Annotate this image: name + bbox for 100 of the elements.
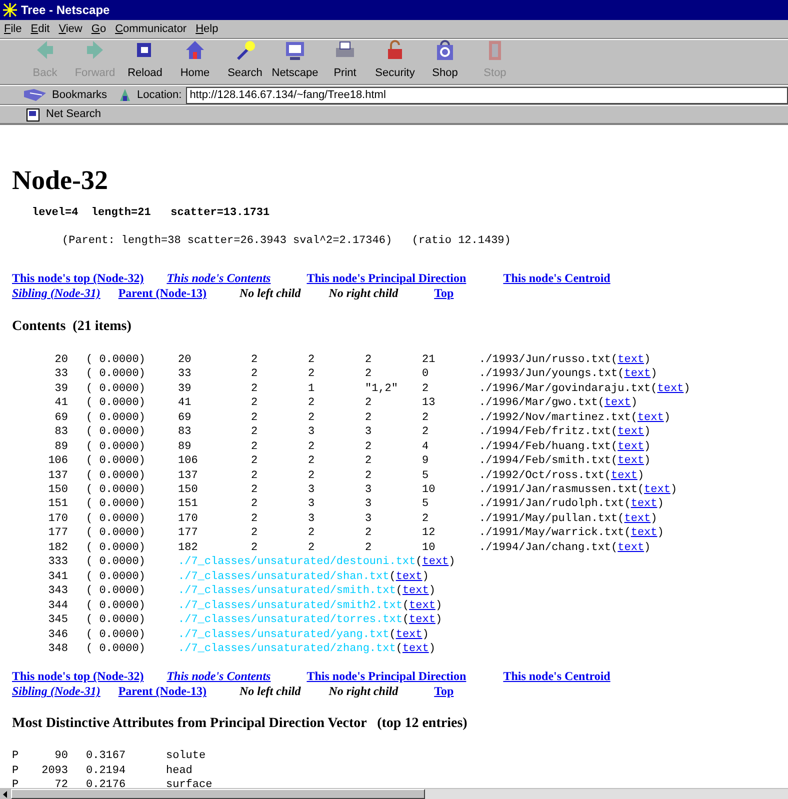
text-link[interactable]: text [618, 454, 644, 469]
text-link[interactable]: text [630, 526, 658, 541]
toolbar-button[interactable]: Print [320, 38, 370, 81]
paren-text: ) [630, 396, 638, 411]
text-link[interactable]: text [409, 598, 436, 614]
nav-link[interactable]: This node's Principal Direction [306, 669, 466, 684]
text-link[interactable]: text [604, 396, 631, 411]
paren-text: ( [624, 526, 631, 541]
horizontal-scrollbar[interactable] [0, 788, 788, 799]
menu-item[interactable]: Communicator [115, 20, 187, 38]
file-path: ./1991/May/warrick.txt [479, 526, 624, 541]
table-cell-text: 20 [178, 352, 192, 368]
nav-link[interactable]: This node's Centroid [503, 270, 610, 286]
toolbar-button[interactable]: Netscape [270, 38, 320, 81]
table-cell-text: 2 [251, 425, 259, 440]
text-link[interactable]: text [409, 613, 436, 628]
table-cell-text: 3 [308, 482, 316, 498]
text-link[interactable]: text [624, 367, 651, 382]
paren-text: ( [611, 425, 618, 440]
menu-item[interactable]: View [58, 20, 82, 38]
table-cell-text: 2 [251, 382, 259, 396]
toolbar-button[interactable]: Reload [120, 38, 170, 81]
text-link[interactable]: text [637, 410, 664, 426]
table-cell-text: 182 [178, 540, 199, 556]
file-path: ./1993/Jun/russo.txt [479, 352, 612, 368]
nav-link[interactable]: Top [434, 286, 454, 301]
nav-link[interactable]: This node's Centroid [503, 669, 610, 684]
nav-link[interactable]: This node's top (Node-32) [12, 669, 144, 684]
paren-text: ( [604, 468, 612, 483]
text-link[interactable]: text [618, 425, 644, 440]
file-path: ./1991/Jan/rudolph.txt [479, 497, 624, 512]
text-link[interactable]: text [618, 540, 644, 556]
text-link[interactable]: text [396, 628, 422, 642]
nav-link[interactable]: This node's top (Node-32) [12, 270, 144, 286]
text-link[interactable]: text [624, 512, 651, 526]
window-title: Tree - Netscape [21, 2, 110, 19]
nav-link[interactable]: Sibling (Node-31) [12, 286, 100, 301]
nav-link[interactable]: Parent (Node-13) [118, 684, 206, 700]
table-cell-text: 151 [178, 497, 199, 512]
text-link[interactable]: text [396, 570, 422, 584]
table-cell-text: 170 [178, 512, 199, 526]
table-cell-text: 2 [251, 497, 259, 512]
file-path: ./1991/Jan/rasmussen.txt [479, 482, 638, 498]
paren-text: ) [684, 382, 690, 396]
toolbar-button[interactable]: Home [170, 38, 220, 81]
nav-link[interactable]: This node's Principal Direction [306, 270, 466, 286]
text-link[interactable]: text [618, 440, 644, 454]
text-link[interactable]: text [644, 482, 670, 498]
text-link[interactable]: text [402, 642, 429, 656]
class-file-path: ./7_classes/unsaturated/zhang.txt [178, 642, 396, 656]
bookmarks-label[interactable]: Bookmarks [52, 86, 108, 104]
paren-text: ) [644, 425, 651, 440]
item-number: 150 [47, 482, 68, 498]
text-link[interactable]: text [402, 584, 429, 599]
score-cell-text: ( 0.0000) [85, 468, 146, 483]
scroll-left-icon[interactable] [0, 789, 11, 799]
menu-item[interactable]: Go [91, 20, 106, 38]
item-number: 39 [54, 382, 68, 396]
text-link[interactable]: text [618, 352, 644, 368]
text-link[interactable]: text [611, 468, 638, 483]
paren-text: ( [402, 613, 410, 628]
paren-text: ( [611, 454, 618, 469]
table-cell-text: 177 [178, 526, 199, 541]
text-link[interactable]: text [657, 382, 684, 396]
table-cell-text: 2 [251, 540, 259, 556]
table-cell-text: 2 [422, 512, 430, 526]
paren-text: ) [644, 352, 651, 368]
personal-bar-item[interactable]: Net Search [46, 106, 102, 123]
nav-link[interactable]: Sibling (Node-31) [12, 684, 100, 700]
item-number: 41 [54, 396, 68, 411]
nav-link[interactable]: This node's Contents [166, 270, 271, 286]
nav-link[interactable]: Top [434, 684, 454, 700]
nav-link[interactable]: This node's Contents [166, 669, 271, 684]
toolbar-button[interactable]: Security [370, 38, 420, 81]
paren-text: ) [650, 512, 658, 526]
table-cell-text: 150 [178, 482, 199, 498]
bookmarks-icon[interactable] [22, 87, 48, 103]
table-cell-text: 3 [365, 497, 373, 512]
toolbar-button[interactable]: Shop [420, 38, 470, 81]
menu-item[interactable]: Edit [30, 20, 50, 38]
paren-text: ) [428, 642, 436, 656]
item-number: 341 [47, 570, 68, 584]
menu-item[interactable]: Help [196, 20, 218, 38]
table-cell-text: 2 [308, 540, 316, 556]
item-number: 345 [47, 613, 68, 628]
text-link[interactable]: text [422, 555, 449, 570]
text-link[interactable]: text [630, 497, 658, 512]
table-cell-text: 89 [178, 440, 192, 454]
url-field[interactable]: http://128.146.67.134/~fang/Tree18.html [186, 86, 788, 104]
item-number: 346 [47, 628, 68, 642]
table-cell-text: 137 [178, 468, 199, 483]
nav-link[interactable]: Parent (Node-13) [118, 286, 206, 301]
score-cell-text: ( 0.0000) [85, 512, 146, 526]
table-cell-text: 3 [365, 512, 373, 526]
table-cell-text: 2 [365, 410, 373, 426]
paren-text: ) [657, 526, 664, 541]
table-cell-text: 2 [422, 382, 430, 396]
paren-text: ) [435, 613, 442, 628]
menu-item[interactable]: File [4, 20, 22, 38]
toolbar-button[interactable]: Search [220, 38, 270, 81]
